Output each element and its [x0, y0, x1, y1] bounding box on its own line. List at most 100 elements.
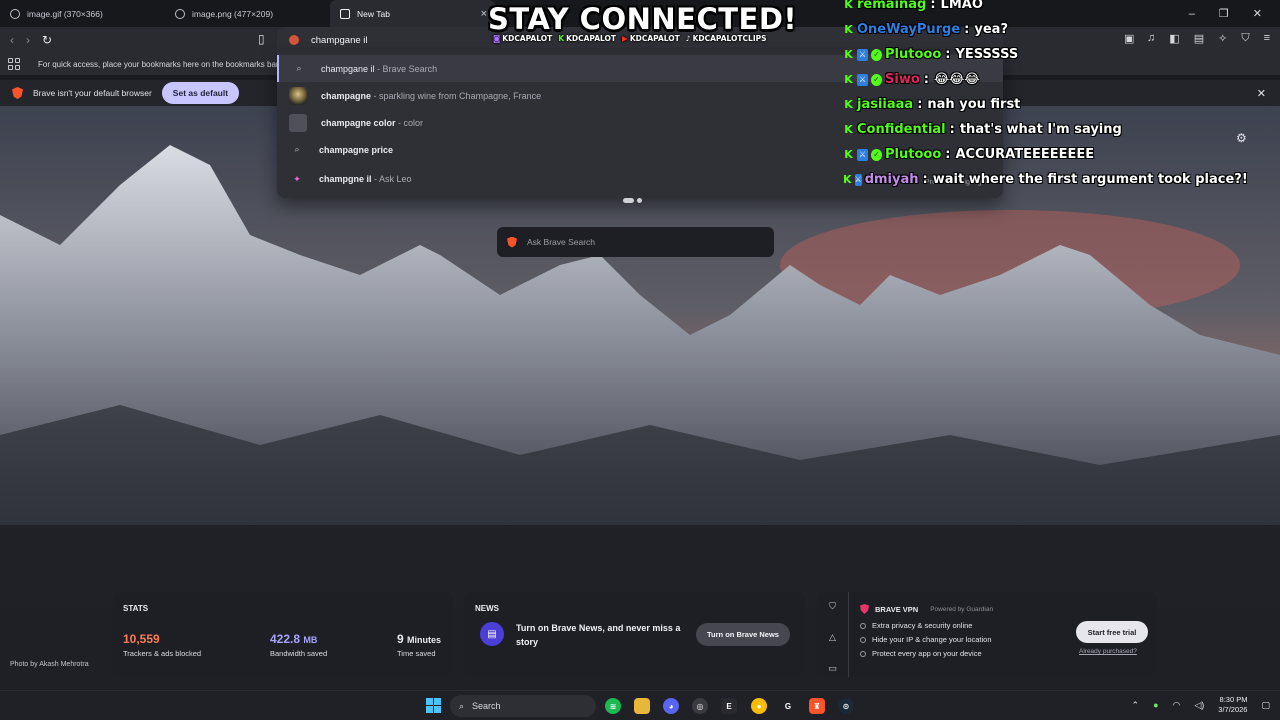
- chat-message: K Confidential: that's what I'm saying: [843, 117, 1223, 142]
- verified-badge-icon: ✓: [871, 148, 882, 161]
- chat-username: Plutooo: [885, 47, 942, 62]
- search-icon: ⌕: [296, 63, 302, 73]
- kick-badge-icon: K: [844, 47, 853, 61]
- brave-icon[interactable]: ♜: [809, 698, 825, 714]
- chat-separator: :: [930, 0, 936, 12]
- ask-brave-placeholder[interactable]: Ask Brave Search: [527, 237, 595, 247]
- kick-badge-icon: K: [844, 122, 853, 136]
- champagne-thumbnail: [289, 86, 307, 105]
- forward-icon[interactable]: ›: [26, 33, 30, 47]
- brave-search-icon: [289, 35, 299, 45]
- chat-username: jasiiaaa: [857, 97, 914, 112]
- turn-on-news-button[interactable]: Turn on Brave News: [696, 623, 790, 646]
- search-icon: ⌕: [294, 144, 300, 154]
- vpn-shield-icon[interactable]: ⛉: [829, 601, 836, 612]
- chat-text: YESSSSS: [955, 47, 1019, 62]
- photo-credit: Photo by Akash Mehrotra: [10, 661, 89, 668]
- infobar-message: Brave isn't your default browser: [33, 88, 152, 98]
- file-explorer-icon[interactable]: [634, 698, 650, 714]
- clock[interactable]: 8:30 PM 3/7/2026: [1218, 695, 1247, 715]
- reload-icon[interactable]: ↻: [42, 33, 52, 47]
- close-tab-icon[interactable]: ×: [481, 8, 487, 20]
- chat-text: yea?: [974, 22, 1008, 37]
- chrome-icon[interactable]: ●: [751, 698, 767, 714]
- discord-icon[interactable]: ◕: [663, 698, 679, 714]
- windows-start-icon[interactable]: [426, 698, 441, 713]
- vpn-shield-icon[interactable]: ⛉: [1241, 32, 1249, 45]
- chat-separator: :: [945, 147, 951, 162]
- check-icon: [860, 636, 866, 643]
- verified-badge-icon: ✓: [871, 73, 882, 86]
- overlay-title: STAY CONNECTED!: [488, 2, 798, 36]
- spotify-icon[interactable]: ≋: [605, 698, 621, 714]
- globe-icon: [175, 8, 185, 19]
- chat-message: K ⚔ ✓ Plutooo: ACCURATEEEEEEEE: [843, 142, 1223, 167]
- social-handle: ♪ KDCAPALOTCLIPS: [685, 34, 767, 43]
- system-tray: ⌃ ● ◠ ◁) 8:30 PM 3/7/2026 ▢: [1132, 695, 1270, 715]
- microphone-icon[interactable]: ●: [1153, 700, 1158, 710]
- chevron-up-icon[interactable]: ⌃: [1132, 700, 1140, 711]
- kick-badge-icon: K: [844, 97, 853, 111]
- carousel-dots[interactable]: [623, 198, 642, 203]
- vpn-feature: Hide your IP & change your location: [860, 635, 992, 644]
- news-text: Turn on Brave News, and never miss a sto…: [516, 623, 681, 647]
- talk-icon[interactable]: △: [829, 632, 836, 643]
- obs-icon[interactable]: ◎: [692, 698, 708, 714]
- ask-brave-search-box[interactable]: Ask Brave Search: [497, 227, 774, 257]
- chat-text: LMAO: [940, 0, 983, 12]
- steam-icon[interactable]: ⊙: [838, 698, 854, 714]
- color-swatch-icon: [289, 113, 307, 132]
- gear-icon[interactable]: ⚙: [1236, 131, 1247, 145]
- tab-image-gif[interactable]: image.gif (370×366): [0, 0, 165, 27]
- vpn-header: BRAVE VPN Powered by Guardian: [860, 604, 993, 614]
- app-icon[interactable]: G: [780, 698, 796, 714]
- chat-separator: :: [923, 72, 929, 87]
- network-icon[interactable]: ◠: [1173, 700, 1181, 711]
- tab-new-tab[interactable]: New Tab ×: [330, 0, 495, 27]
- twitch-icon: ◙: [493, 34, 501, 43]
- brave-icon: [12, 87, 23, 99]
- volume-icon[interactable]: ◁): [1194, 700, 1204, 711]
- globe-icon: [10, 8, 20, 19]
- tab-title: image.png (477×209): [192, 8, 274, 19]
- rewards-icon[interactable]: ▭: [828, 663, 837, 674]
- tiktok-icon: ♪: [685, 34, 691, 43]
- menu-icon[interactable]: ≡: [1264, 32, 1270, 45]
- chat-separator: :: [945, 47, 951, 62]
- kick-badge-icon: K: [844, 147, 853, 161]
- taskbar-search-label: Search: [472, 701, 501, 711]
- social-handle: ◙ KDCAPALOT: [493, 34, 553, 43]
- chat-text: ACCURATEEEEEEEE: [955, 147, 1095, 162]
- close-window-icon[interactable]: ✕: [1253, 7, 1262, 20]
- set-as-default-button[interactable]: Set as default: [161, 82, 240, 104]
- address-input[interactable]: champgane il: [311, 35, 368, 46]
- already-purchased-link[interactable]: Already purchased?: [1079, 648, 1137, 655]
- notification-icon[interactable]: ▢: [1261, 700, 1270, 711]
- close-icon[interactable]: ✕: [1257, 87, 1266, 100]
- bookmarks-hint: For quick access, place your bookmarks h…: [38, 59, 281, 69]
- vpn-powered-by: Powered by Guardian: [930, 605, 994, 613]
- vpn-feature: Extra privacy & security online: [860, 621, 972, 630]
- taskbar-search[interactable]: ⌕ Search: [450, 695, 596, 717]
- check-icon: [860, 650, 866, 657]
- moderator-badge-icon: ⚔: [857, 73, 868, 86]
- kick-badge-icon: K: [844, 22, 853, 36]
- overlay-socials: ◙ KDCAPALOT K KDCAPALOT ▶ KDCAPALOT ♪ KDCAPA…: [493, 34, 767, 43]
- chat-username: Siwo: [885, 72, 920, 87]
- leo-icon: ✦: [293, 173, 301, 184]
- bandwidth-stat: 422.8 MB Bandwidth saved: [270, 632, 328, 658]
- start-free-trial-button[interactable]: Start free trial: [1076, 621, 1148, 643]
- trackers-stat: 10,559 Trackers & ads blocked: [123, 632, 202, 658]
- bookmark-icon[interactable]: ▯: [258, 32, 265, 46]
- apps-icon[interactable]: [8, 58, 20, 70]
- tab-title: New Tab: [357, 8, 390, 19]
- taskbar: ⌕ Search ≋ ◕ ◎ E ● G ♜ ⊙ ⌃ ● ◠ ◁) 8:30 P…: [0, 690, 1280, 720]
- tab-title: image.gif (370×366): [27, 8, 103, 19]
- social-handle: ▶ KDCAPALOT: [622, 34, 680, 43]
- tab-image-png[interactable]: image.png (477×209): [165, 0, 330, 27]
- chat-text: nah you first: [927, 97, 1021, 112]
- back-icon[interactable]: ‹: [10, 33, 14, 47]
- epic-games-icon[interactable]: E: [721, 698, 737, 714]
- chat-message: K ⚔ dmiyah: wait where the first argument t…: [843, 167, 1248, 192]
- chat-username: Plutooo: [885, 147, 942, 162]
